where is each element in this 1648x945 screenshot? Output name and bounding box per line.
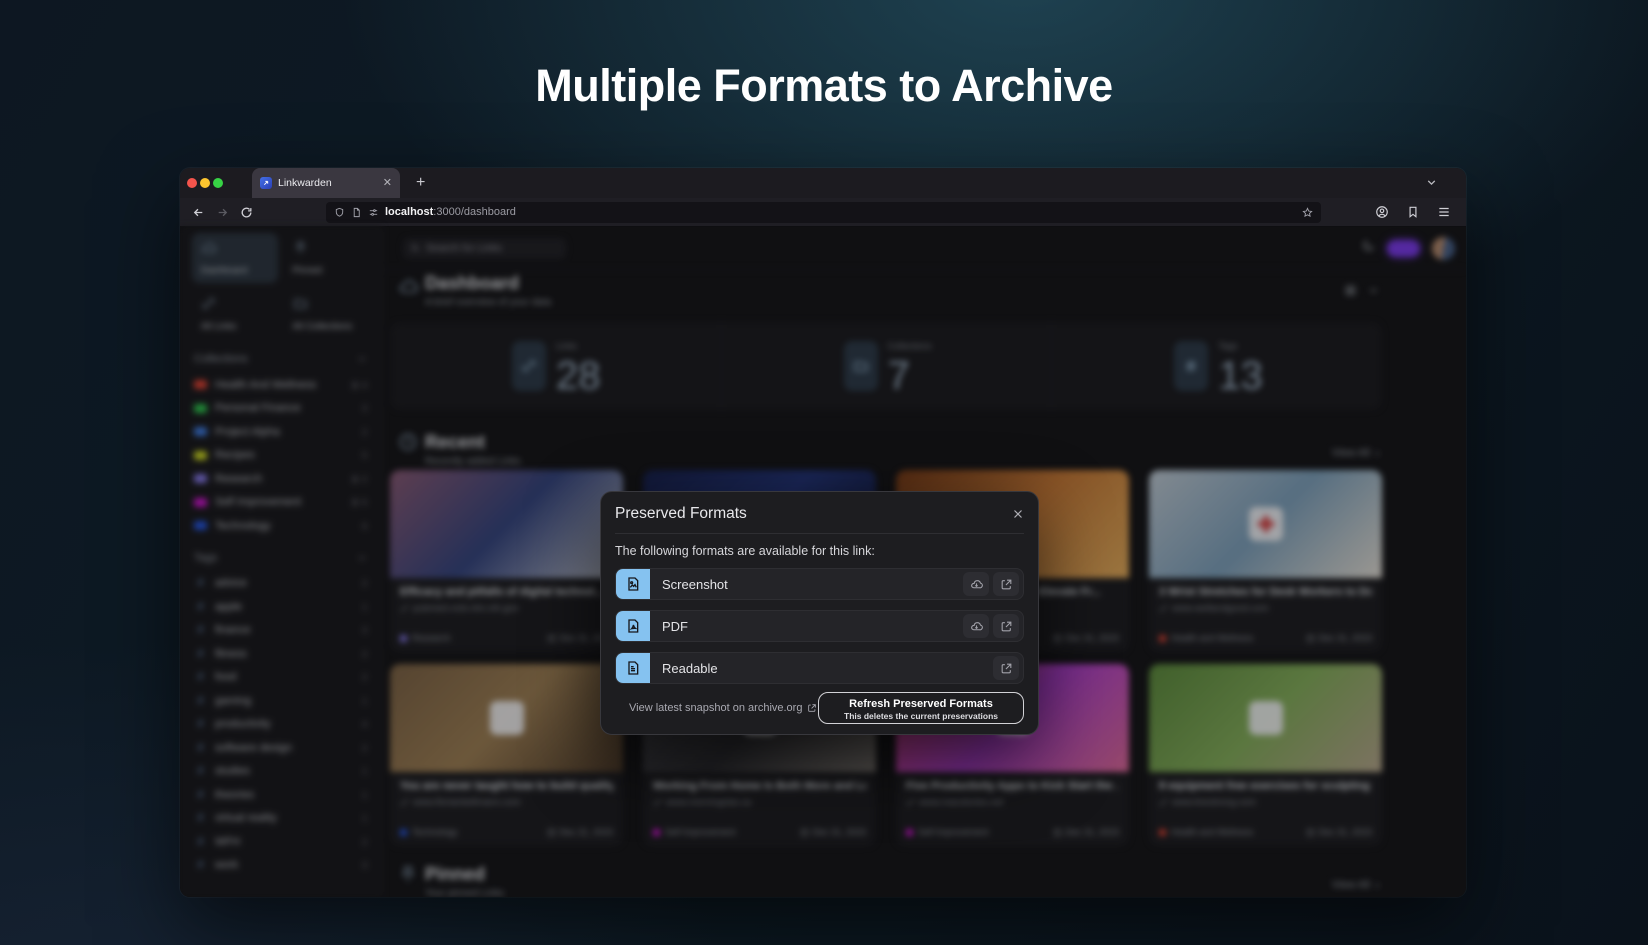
download-button[interactable] xyxy=(963,572,989,596)
minimize-window-button[interactable] xyxy=(200,178,210,188)
toolbar-right-icons xyxy=(1372,202,1454,222)
shield-icon xyxy=(334,207,345,218)
open-external-button[interactable] xyxy=(993,614,1019,638)
refresh-preserved-formats-button[interactable]: Refresh Preserved Formats This deletes t… xyxy=(818,692,1024,724)
browser-tab-bar: Linkwarden ✕ + xyxy=(180,168,1466,198)
browser-tab[interactable]: Linkwarden ✕ xyxy=(252,168,400,198)
format-row-pdf: PDF xyxy=(615,610,1024,642)
format-label: PDF xyxy=(662,619,688,634)
refresh-button-subtitle: This deletes the current preservations xyxy=(819,711,1023,721)
tab-close-icon[interactable]: ✕ xyxy=(383,178,392,189)
download-button[interactable] xyxy=(963,614,989,638)
open-external-button[interactable] xyxy=(993,572,1019,596)
tab-title: Linkwarden xyxy=(278,177,377,189)
pdf-file-icon xyxy=(616,611,650,641)
url-bar[interactable]: localhost:3000/dashboard xyxy=(326,202,1321,223)
readable-file-icon xyxy=(616,653,650,683)
open-external-button[interactable] xyxy=(993,656,1019,680)
format-row-readable: Readable xyxy=(615,652,1024,684)
format-label: Readable xyxy=(662,661,718,676)
page-title: Multiple Formats to Archive xyxy=(0,60,1648,112)
close-icon[interactable] xyxy=(1012,508,1024,520)
chevron-down-icon[interactable] xyxy=(1425,176,1438,194)
image-file-icon xyxy=(616,569,650,599)
divider xyxy=(615,533,1024,534)
browser-toolbar: localhost:3000/dashboard xyxy=(180,198,1466,227)
refresh-button-title: Refresh Preserved Formats xyxy=(819,698,1023,711)
preserved-formats-modal: Preserved Formats The following formats … xyxy=(600,491,1039,735)
reload-button[interactable] xyxy=(236,202,256,222)
zoom-window-button[interactable] xyxy=(213,178,223,188)
modal-description: The following formats are available for … xyxy=(615,544,1024,558)
linkwarden-favicon xyxy=(260,177,272,189)
modal-title: Preserved Formats xyxy=(615,505,747,523)
page-info-icon xyxy=(351,207,362,218)
format-row-screenshot: Screenshot xyxy=(615,568,1024,600)
format-label: Screenshot xyxy=(662,577,728,592)
menu-icon[interactable] xyxy=(1434,202,1454,222)
back-button[interactable] xyxy=(188,202,208,222)
traffic-lights xyxy=(180,178,223,188)
new-tab-button[interactable]: + xyxy=(416,175,425,191)
bookmark-star-icon[interactable] xyxy=(1302,207,1313,218)
extension-flag-icon[interactable] xyxy=(1403,202,1423,222)
external-link-icon xyxy=(807,703,817,713)
archive-org-link[interactable]: View latest snapshot on archive.org xyxy=(615,702,817,714)
permissions-icon xyxy=(368,207,379,218)
account-icon[interactable] xyxy=(1372,202,1392,222)
url-text: localhost:3000/dashboard xyxy=(385,207,516,218)
close-window-button[interactable] xyxy=(187,178,197,188)
forward-button[interactable] xyxy=(212,202,232,222)
